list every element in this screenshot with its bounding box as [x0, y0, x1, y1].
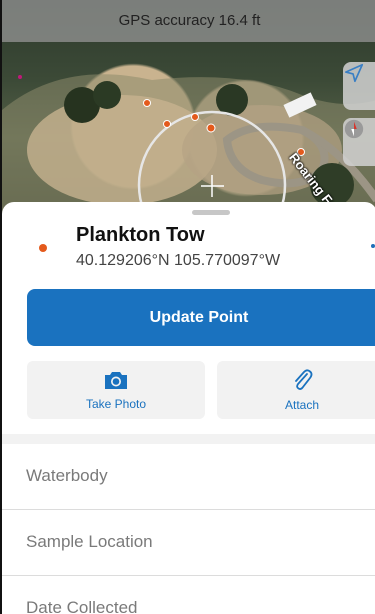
section-divider — [2, 434, 375, 444]
point-feature — [18, 75, 22, 79]
feature-symbol — [39, 244, 47, 252]
point-feature — [163, 120, 171, 128]
take-photo-button[interactable]: Take Photo — [27, 361, 205, 419]
point-feature — [143, 99, 151, 107]
feature-coordinates: 40.129206°N 105.770097°W — [76, 252, 281, 269]
field-label: Sample Location — [26, 532, 153, 551]
locate-button[interactable] — [343, 62, 375, 110]
compass-icon — [344, 119, 364, 139]
feature-title: Plankton Tow — [76, 224, 205, 246]
sheet-grabber[interactable] — [192, 210, 230, 215]
field-waterbody[interactable]: Waterbody — [2, 444, 375, 510]
field-label: Waterbody — [26, 466, 108, 485]
field-date-collected[interactable]: Date Collected — [2, 576, 375, 614]
location-arrow-icon — [344, 63, 364, 83]
attach-label: Attach — [284, 398, 320, 412]
update-point-button[interactable]: Update Point — [27, 289, 375, 346]
attach-button[interactable]: Attach — [217, 361, 375, 419]
feature-indicator — [371, 244, 375, 248]
map-view[interactable]: GPS accuracy 16.4 ft Roaring Fork — [2, 0, 375, 230]
take-photo-label: Take Photo — [85, 397, 147, 411]
camera-icon — [105, 372, 127, 389]
feature-sheet: Plankton Tow 40.129206°N 105.770097°W Up… — [2, 202, 375, 614]
compass-button[interactable] — [343, 118, 375, 166]
field-label: Date Collected — [26, 598, 138, 614]
app-frame: GPS accuracy 16.4 ft Roaring Fork Plankt… — [0, 0, 375, 614]
field-sample-location[interactable]: Sample Location — [2, 510, 375, 576]
gps-accuracy-banner: GPS accuracy 16.4 ft — [2, 0, 375, 42]
point-feature — [191, 113, 199, 121]
point-feature — [206, 123, 216, 133]
paperclip-icon — [295, 369, 313, 390]
